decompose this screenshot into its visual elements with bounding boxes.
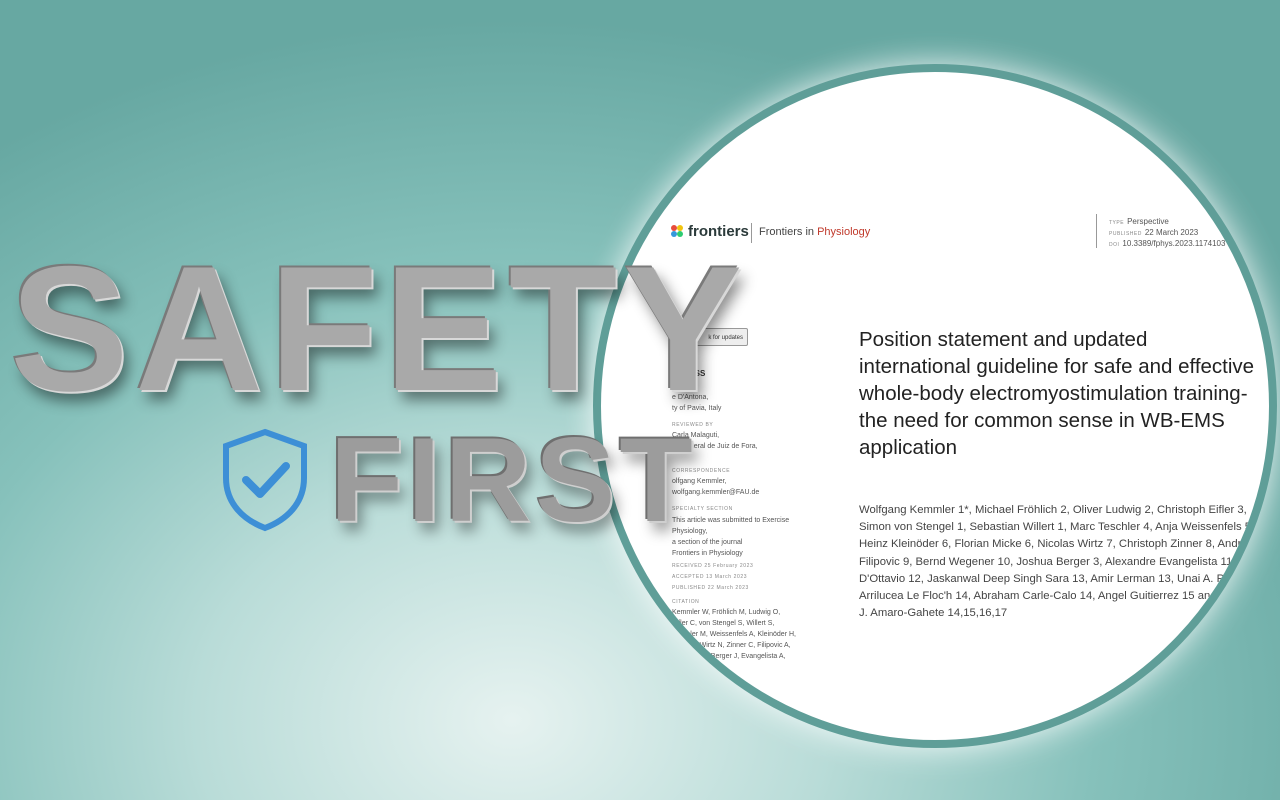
sidebar-line: ACCEPTED 13 March 2023 <box>672 574 748 580</box>
headline-first: FIRST <box>330 413 697 547</box>
sidebar-line: Kemmler W, Fröhlich M, Ludwig O, <box>672 609 781 616</box>
sidebar-line: Teschler M, Weissenfels A, Kleinöder H, <box>672 631 796 638</box>
sidebar-line: CITATION <box>672 599 700 605</box>
sidebar-line: RECEIVED 25 February 2023 <box>672 563 754 569</box>
article-title: Position statement and updated internati… <box>859 328 1255 459</box>
sidebar-line: Frontiers in Physiology <box>672 550 743 557</box>
doi: DOI 10.3389/fphys.2023.1174103 <box>1109 239 1226 248</box>
author-list: Wolfgang Kemmler 1*, Michael Fröhlich 2,… <box>859 504 1277 620</box>
headline-safety: SAFETY <box>10 229 749 428</box>
meta-divider <box>1096 214 1097 248</box>
published-date: PUBLISHED 22 March 2023 <box>1109 228 1199 237</box>
sidebar-line: Micke F, Wirtz N, Zinner C, Filipovic A, <box>672 642 791 649</box>
sidebar-line: Eifler C, von Stengel S, Willert S, <box>672 620 775 627</box>
shield-check-icon <box>223 428 307 532</box>
logo-divider <box>751 223 752 243</box>
sidebar-line: Wegener B, Berger J, Evangelista A, <box>672 653 786 660</box>
article-type: TYPE Perspective <box>1109 217 1169 226</box>
journal-name: Frontiers in Physiology <box>759 226 871 238</box>
sidebar-line: PUBLISHED 22 March 2023 <box>672 585 749 591</box>
